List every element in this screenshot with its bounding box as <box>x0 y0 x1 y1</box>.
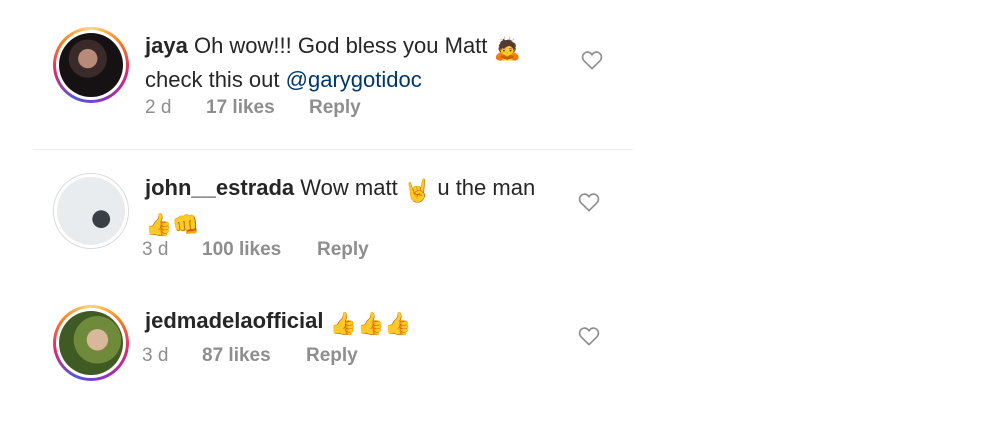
comment-body-line2: check this out <box>145 67 280 92</box>
rock-hand-emoji: 🤘 <box>403 178 432 203</box>
comment-username[interactable]: jaya <box>145 33 188 58</box>
comment-age: 2 d <box>145 97 172 118</box>
bow-emoji: 🙇 <box>493 36 521 61</box>
comment-username[interactable]: jedmadelaofficial <box>145 308 324 333</box>
thumbs-fist-emoji: 👍👊 <box>145 212 200 237</box>
comment-age: 3 d <box>142 345 169 366</box>
heart-outline-icon[interactable] <box>578 192 600 212</box>
likes-count[interactable]: 87 likes <box>202 345 306 367</box>
comment-item: john__estrada Wow matt 🤘 u the man 👍👊 3 … <box>0 150 1000 285</box>
comment-meta: 3 d 100 likes Reply <box>142 239 369 261</box>
reply-button[interactable]: Reply <box>306 345 358 367</box>
comment-item: jedmadelaofficial 👍👍👍 3 d 87 likes Reply <box>0 285 1000 426</box>
mention-link[interactable]: @garygotidoc <box>286 67 422 92</box>
comment-meta: 2 d 17 likes Reply <box>145 97 361 119</box>
comment-age: 3 d <box>142 239 169 260</box>
comment-text: jedmadelaofficial 👍👍👍 <box>145 305 575 339</box>
likes-count[interactable]: 17 likes <box>206 97 309 119</box>
reply-button[interactable]: Reply <box>317 239 369 261</box>
heart-outline-icon[interactable] <box>581 50 603 70</box>
likes-count[interactable]: 100 likes <box>202 239 317 261</box>
avatar-photo <box>57 177 125 245</box>
reply-button[interactable]: Reply <box>309 97 361 119</box>
avatar-photo <box>59 33 123 97</box>
thumbs-up-emoji: 👍👍👍 <box>329 311 412 336</box>
comment-body: Wow matt <box>300 175 398 200</box>
comment-body-suffix: u the man <box>437 175 536 200</box>
comment-body: Oh wow!!! God bless you Matt <box>193 33 488 58</box>
comment-text: jaya Oh wow!!! God bless you Matt 🙇 chec… <box>145 30 575 95</box>
avatar[interactable] <box>53 305 129 381</box>
heart-outline-icon[interactable] <box>578 326 600 346</box>
comment-text: john__estrada Wow matt 🤘 u the man 👍👊 <box>145 172 575 240</box>
comment-meta: 3 d 87 likes Reply <box>142 345 358 367</box>
comment-username[interactable]: john__estrada <box>145 175 294 200</box>
avatar-photo <box>59 311 123 375</box>
avatar[interactable] <box>53 173 129 249</box>
comment-item: jaya Oh wow!!! God bless you Matt 🙇 chec… <box>0 0 1000 149</box>
avatar[interactable] <box>53 27 129 103</box>
